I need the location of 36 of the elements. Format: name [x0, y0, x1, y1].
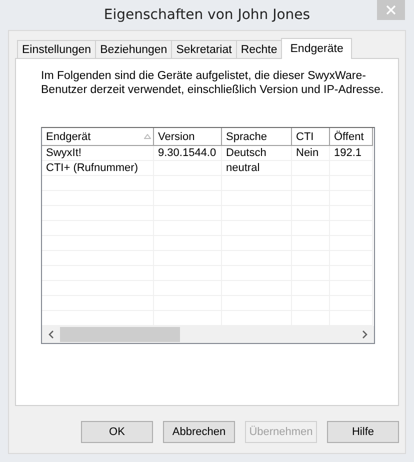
dialog-button[interactable]: Abbrechen: [163, 421, 235, 443]
table-cell: neutral: [222, 161, 292, 176]
column-header[interactable]: Sprache: [222, 128, 292, 146]
tab[interactable]: Einstellungen: [17, 40, 96, 58]
table-cell: 9.30.1544.0: [154, 146, 222, 161]
empty-cell: [330, 281, 373, 296]
window-title: Eigenschaften von John Jones: [104, 7, 310, 23]
table-cell: CTI+ (Rufnummer): [42, 161, 154, 176]
dialog-button[interactable]: Hilfe: [327, 421, 399, 443]
empty-cell: [330, 266, 373, 281]
scroll-right-icon[interactable]: [362, 330, 368, 339]
table-cell: Deutsch: [222, 146, 292, 161]
empty-cell: [330, 206, 373, 221]
column-header[interactable]: CTI: [292, 128, 330, 146]
empty-cell: [330, 236, 373, 251]
tab[interactable]: Beziehungen: [95, 40, 172, 58]
table-cell: 192.1: [330, 146, 373, 161]
empty-cell: [330, 176, 373, 191]
close-icon: [386, 5, 396, 15]
close-button[interactable]: [377, 0, 405, 20]
description-text: Im Folgenden sind die Geräte aufgelistet, die dieser SwyxWare-Benutzer derzeit verwendet, einschließlich Version und IP-Adresse.: [41, 69, 385, 97]
tab[interactable]: Endgeräte: [281, 38, 352, 59]
empty-cell: [330, 221, 373, 236]
column-header[interactable]: Version: [154, 128, 222, 146]
table-cell: SwyxIt!: [42, 146, 154, 161]
dialog-button[interactable]: OK: [81, 421, 153, 443]
scroll-left-icon[interactable]: [48, 330, 54, 339]
empty-cell: [330, 161, 373, 176]
empty-cell: [330, 191, 373, 206]
empty-cell: [330, 251, 373, 266]
column-header[interactable]: Öffent: [330, 128, 373, 146]
table-cell: Nein: [292, 146, 330, 161]
scroll-thumb[interactable]: [60, 327, 180, 342]
empty-cell: [330, 296, 373, 311]
horizontal-scrollbar[interactable]: [42, 326, 374, 343]
column-header[interactable]: Endgerät: [42, 128, 154, 146]
